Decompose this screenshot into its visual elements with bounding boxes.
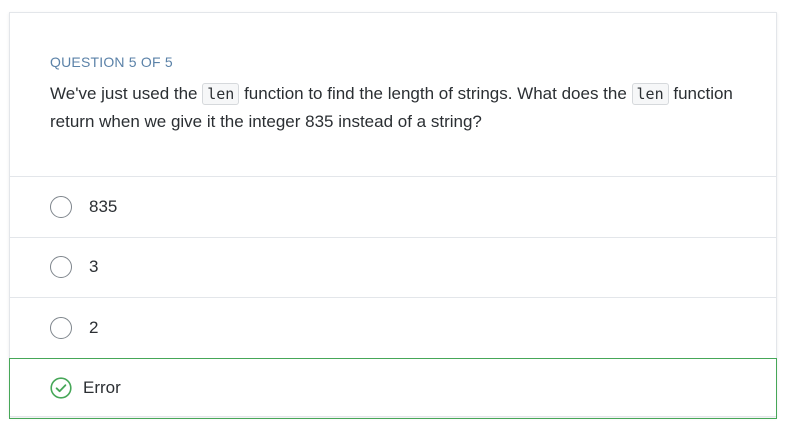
option-label: Error <box>83 378 121 397</box>
prompt-text-1: We've just used the <box>50 84 203 103</box>
radio-circle-icon[interactable] <box>50 256 72 279</box>
answer-option-error[interactable]: Error <box>9 357 777 419</box>
question-header: QUESTION 5 OF 5 We've just used the len … <box>10 13 776 177</box>
radio-circle-icon[interactable] <box>50 195 72 218</box>
inline-code-len: len <box>631 83 669 105</box>
question-counter: QUESTION 5 OF 5 <box>50 54 173 70</box>
quiz-card: QUESTION 5 OF 5 We've just used the len … <box>9 12 777 419</box>
answer-option-3[interactable]: 3 <box>10 238 776 298</box>
question-prompt: We've just used the len function to find… <box>50 80 736 136</box>
answer-option-2[interactable]: 2 <box>10 298 776 359</box>
inline-code-len: len <box>202 83 240 105</box>
option-label: 3 <box>89 257 99 277</box>
check-circle-icon <box>50 377 72 399</box>
prompt-text-2: function to find the length of strings. … <box>239 84 632 103</box>
radio-circle-icon[interactable] <box>50 316 72 339</box>
answer-option-835[interactable]: 835 <box>10 177 776 238</box>
option-label: 2 <box>89 317 99 337</box>
option-label: 835 <box>89 196 118 216</box>
